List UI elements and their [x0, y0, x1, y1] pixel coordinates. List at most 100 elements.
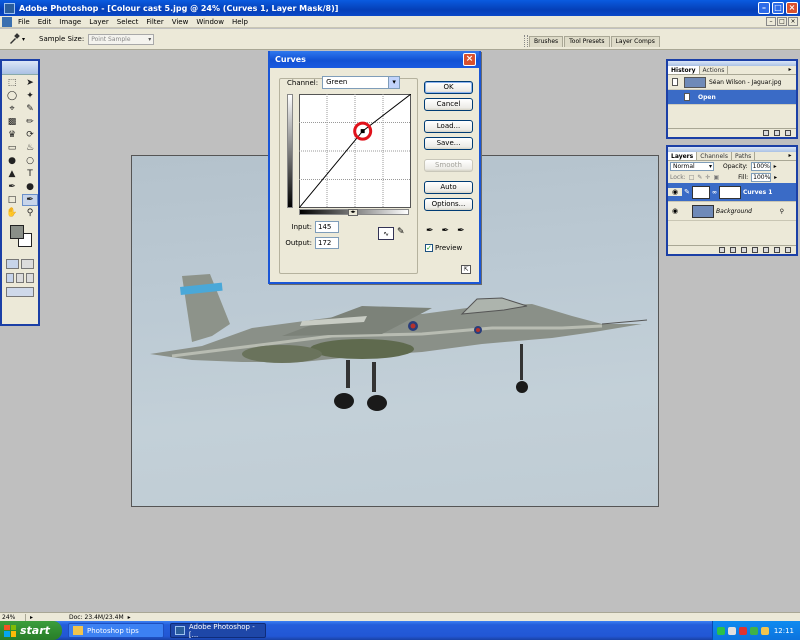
palette-menu-icon[interactable]: ▸ — [786, 153, 794, 160]
fill-field[interactable]: 100% — [751, 173, 772, 182]
fill-arrow-icon[interactable]: ▸ — [774, 174, 777, 181]
history-brush-source-icon[interactable] — [672, 78, 678, 86]
start-button[interactable]: start — [0, 621, 62, 640]
smooth-button[interactable]: Smooth — [424, 159, 473, 172]
slice-tool-icon[interactable]: ✎ — [22, 103, 38, 115]
menu-filter[interactable]: Filter — [142, 18, 167, 26]
opacity-field[interactable]: 100% — [750, 162, 771, 171]
pen-tool-icon[interactable]: ✒ — [4, 181, 20, 193]
layer-mask-thumbnail[interactable] — [719, 185, 741, 199]
network-icon[interactable] — [717, 626, 725, 635]
save-button[interactable]: Save... — [424, 137, 473, 150]
opacity-arrow-icon[interactable]: ▸ — [774, 163, 777, 170]
quick-mask-button[interactable] — [21, 259, 34, 269]
gradient-toggle-icon[interactable]: ◂▸ — [348, 209, 358, 216]
trash-icon[interactable] — [785, 247, 791, 253]
menu-help[interactable]: Help — [228, 18, 252, 26]
new-adjustment-layer-icon[interactable] — [763, 247, 769, 253]
antivirus-icon[interactable] — [761, 626, 769, 635]
camera-icon[interactable] — [774, 130, 780, 136]
menu-file[interactable]: File — [14, 18, 34, 26]
tab-layers[interactable]: Layers — [668, 152, 698, 160]
menu-edit[interactable]: Edit — [34, 18, 56, 26]
curves-close-button[interactable]: × — [463, 53, 476, 66]
visibility-eye-icon[interactable]: ◉ — [668, 207, 682, 215]
eyedropper-tool-icon-active[interactable]: ✒ — [22, 194, 38, 206]
maximize-button[interactable]: □ — [772, 2, 784, 14]
history-snapshot-row[interactable]: Séan Wilson - Jaguar.jpg — [668, 75, 796, 90]
foreground-color-swatch[interactable] — [10, 225, 24, 239]
lock-all-icon[interactable]: ▣ — [713, 174, 719, 181]
visibility-eye-icon[interactable]: ◉ — [668, 188, 682, 196]
eraser-tool-icon[interactable]: ▭ — [4, 142, 20, 154]
type-tool-icon[interactable]: T — [22, 168, 38, 180]
shape-tool-icon[interactable]: ● — [22, 181, 38, 193]
auto-button[interactable]: Auto — [424, 181, 473, 194]
jump-to-imageready-button[interactable] — [6, 287, 34, 297]
doc-minimize-button[interactable]: – — [766, 17, 776, 26]
new-layer-icon[interactable] — [774, 247, 780, 253]
minimize-button[interactable]: – — [758, 2, 770, 14]
curve-graph[interactable] — [299, 94, 411, 208]
options-button[interactable]: Options... — [424, 198, 473, 211]
gray-point-eyedropper-icon[interactable]: ✒ — [442, 226, 450, 236]
history-state-row[interactable]: Open — [668, 90, 796, 105]
messenger-icon[interactable] — [750, 626, 758, 635]
input-field[interactable]: 145 — [315, 221, 339, 233]
background-thumbnail[interactable] — [692, 204, 714, 218]
clone-stamp-tool-icon[interactable]: ♛ — [4, 129, 20, 141]
crop-tool-icon[interactable]: ⌖ — [4, 103, 20, 115]
tab-channels[interactable]: Channels — [697, 152, 732, 160]
channel-select[interactable]: Green ▾ — [322, 76, 401, 89]
new-set-icon[interactable] — [752, 247, 758, 253]
paint-bucket-tool-icon[interactable]: ♨ — [22, 142, 38, 154]
preview-checkbox[interactable]: ✓ — [425, 244, 433, 252]
brush-tool-icon[interactable]: ✏ — [22, 116, 38, 128]
magic-wand-tool-icon[interactable]: ✦ — [22, 90, 38, 102]
tool-preset-arrow-icon[interactable]: ▾ — [22, 36, 25, 43]
zoom-tool-icon[interactable]: ⚲ — [22, 207, 38, 219]
close-button[interactable]: × — [786, 2, 798, 14]
menu-image[interactable]: Image — [55, 18, 85, 26]
history-brush-tool-icon[interactable]: ⟳ — [22, 129, 38, 141]
eyedropper-tool-icon[interactable] — [6, 32, 22, 46]
lasso-tool-icon[interactable]: ◯ — [4, 90, 20, 102]
doc-restore-button[interactable]: □ — [777, 17, 787, 26]
move-tool-icon[interactable]: ➤ — [22, 77, 38, 89]
palette-well-grip[interactable] — [524, 35, 528, 47]
lock-transparency-icon[interactable]: □ — [689, 174, 695, 181]
add-mask-icon[interactable] — [741, 247, 747, 253]
black-point-eyedropper-icon[interactable]: ✒ — [426, 226, 434, 236]
doc-close-button[interactable]: × — [788, 17, 798, 26]
menu-window[interactable]: Window — [192, 18, 228, 26]
blur-tool-icon[interactable]: ● — [4, 155, 20, 167]
curve-control-point[interactable] — [360, 129, 365, 134]
adjustment-layer-thumbnail[interactable] — [692, 185, 710, 199]
output-field[interactable]: 172 — [315, 237, 339, 249]
tab-history[interactable]: History — [668, 66, 700, 74]
pencil-tool-icon[interactable]: ✎ — [397, 227, 405, 240]
lock-position-icon[interactable]: ✛ — [705, 174, 710, 181]
new-document-icon[interactable] — [763, 130, 769, 136]
security-icon[interactable] — [739, 626, 747, 635]
ok-button[interactable]: OK — [424, 81, 473, 94]
menu-view[interactable]: View — [168, 18, 193, 26]
screen-mode-standard-button[interactable] — [6, 273, 14, 283]
curve-point-tool-icon[interactable]: ∿ — [378, 227, 394, 240]
chevron-down-icon[interactable]: ▾ — [388, 77, 400, 88]
toolbox-header[interactable] — [2, 61, 38, 75]
layer-row-background[interactable]: ◉ Background ⚲ — [668, 202, 796, 221]
path-selection-tool-icon[interactable]: ▲ — [4, 168, 20, 180]
tab-paths[interactable]: Paths — [732, 152, 756, 160]
trash-icon[interactable] — [785, 130, 791, 136]
menu-layer[interactable]: Layer — [85, 18, 113, 26]
taskbar-adobe-photoshop[interactable]: Adobe Photoshop - [... — [170, 623, 266, 639]
marquee-tool-icon[interactable]: ⬚ — [4, 77, 20, 89]
status-icon[interactable]: ▸ — [30, 614, 33, 621]
zoom-field[interactable]: 24% — [0, 613, 26, 621]
white-point-eyedropper-icon[interactable]: ✒ — [457, 226, 465, 236]
palette-menu-icon[interactable]: ▸ — [786, 67, 794, 74]
cancel-button[interactable]: Cancel — [424, 98, 473, 111]
screen-mode-full-button[interactable] — [26, 273, 34, 283]
tab-tool-presets[interactable]: Tool Presets — [564, 36, 610, 47]
